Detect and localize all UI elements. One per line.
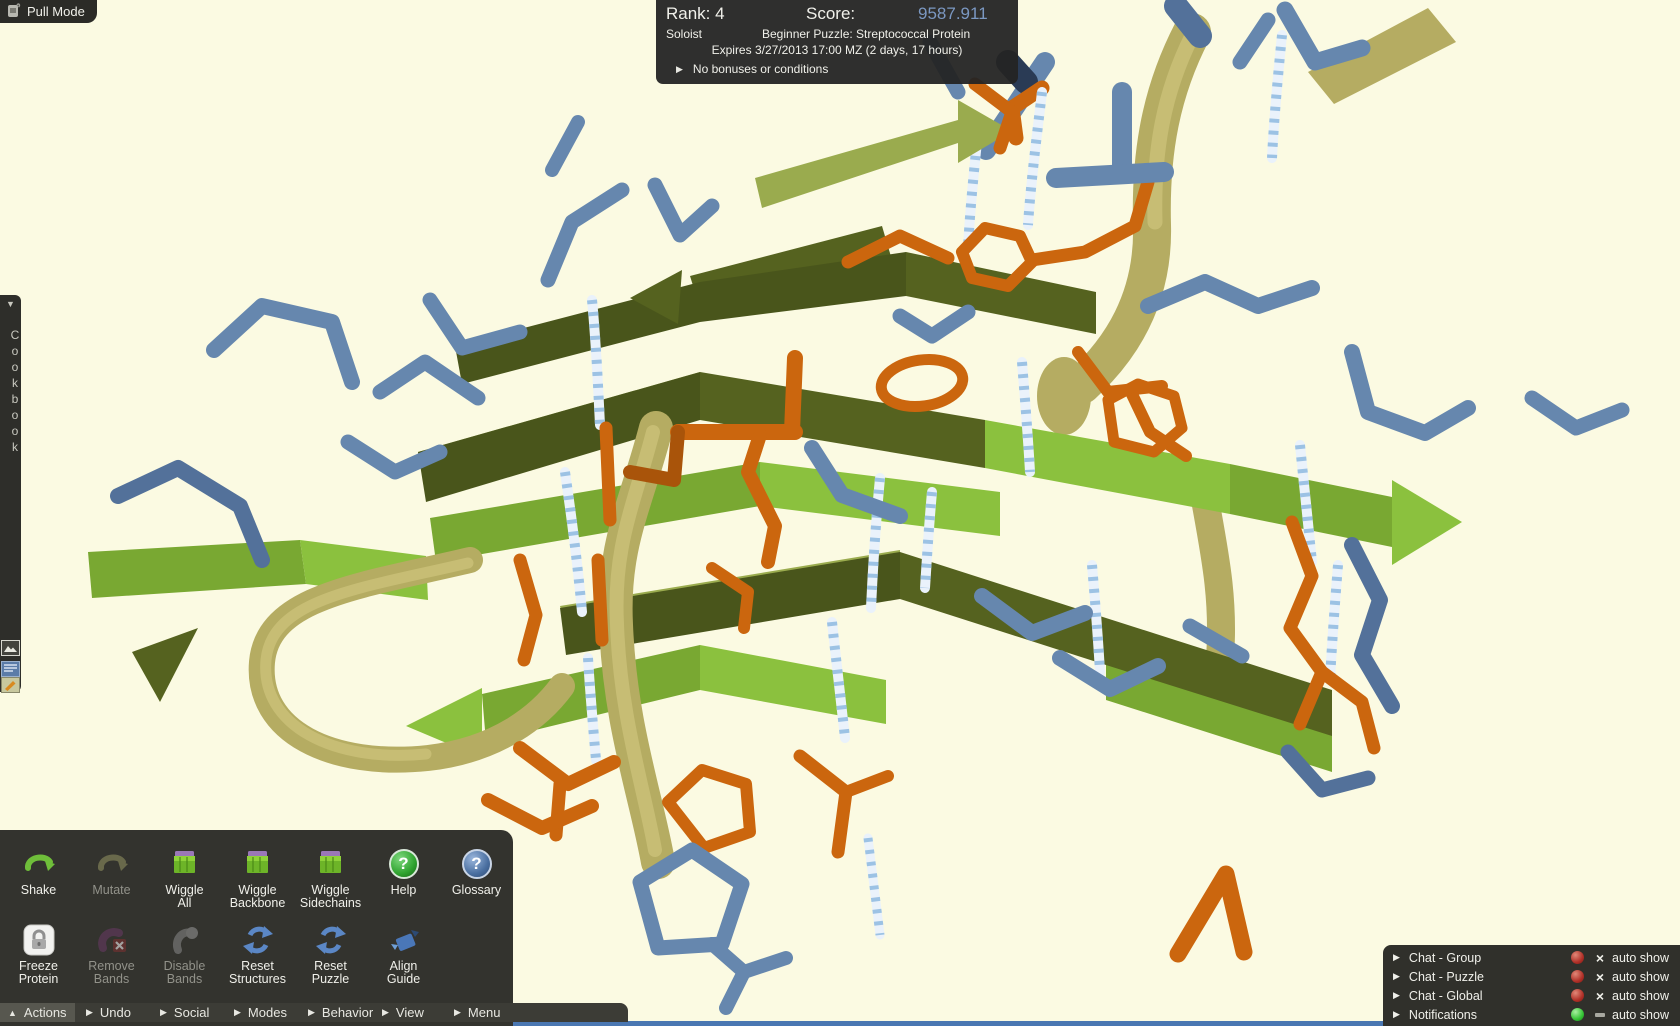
puzzle-info-panel: Rank: 4 Score: 9587.911 Soloist Beginner… (656, 0, 1018, 84)
help-button[interactable]: ? Help (367, 844, 440, 910)
wiggle-all-button[interactable]: WiggleAll (148, 844, 221, 910)
reset-puzzle-icon (315, 920, 347, 960)
screenshot-icon[interactable] (1, 640, 20, 656)
chat-expand-arrow-icon[interactable]: ▶ (1393, 952, 1400, 963)
align-guide-icon (387, 920, 421, 960)
menu-item-undo[interactable]: ▶Undo (78, 1003, 139, 1022)
chat-group-label: Chat - Group (1409, 951, 1571, 965)
auto-show-label[interactable]: auto show (1612, 989, 1674, 1003)
disable-bands-icon (168, 920, 202, 960)
menu-item-behavior[interactable]: ▶Behavior (300, 1003, 381, 1022)
shake-button[interactable]: Shake (2, 844, 75, 910)
shake-icon (22, 844, 56, 884)
wiggle-flag-icon (170, 844, 200, 884)
score-value: 9587.911 (918, 4, 988, 24)
recipe-book-icon[interactable] (1, 661, 20, 677)
menu-item-social[interactable]: ▶Social (152, 1003, 217, 1022)
freeze-protein-button[interactable]: FreezeProtein (2, 920, 75, 986)
pull-cursor-icon (6, 2, 21, 22)
chat-puzzle-row[interactable]: ▶ Chat - Puzzle × auto show (1383, 967, 1680, 986)
notepad-icon[interactable] (1, 677, 20, 693)
menu-arrow-icon: ▶ (382, 1007, 389, 1018)
freeze-lock-icon (23, 920, 55, 960)
menu-arrow-icon: ▶ (160, 1007, 167, 1018)
glossary-icon: ? (462, 844, 492, 884)
reset-structures-button[interactable]: ResetStructures (221, 920, 294, 986)
menu-arrow-icon: ▶ (234, 1007, 241, 1018)
chat-global-label: Chat - Global (1409, 989, 1571, 1003)
bonuses-label: No bonuses or conditions (693, 62, 828, 76)
notifications-status-icon (1571, 1008, 1584, 1021)
help-icon: ? (389, 844, 419, 884)
bottom-menu-bar: ▲Actions ▶Undo ▶Social ▶Modes ▶Behavior … (0, 1003, 628, 1022)
wiggle-flag-icon (243, 844, 273, 884)
auto-show-label[interactable]: auto show (1612, 1008, 1674, 1022)
auto-show-label[interactable]: auto show (1612, 970, 1674, 984)
chat-expand-arrow-icon[interactable]: ▶ (1393, 990, 1400, 1001)
cookbook-tab[interactable]: ▼ Cookbook (0, 295, 21, 692)
disable-bands-button[interactable]: DisableBands (148, 920, 221, 986)
chat-expand-arrow-icon[interactable]: ▶ (1393, 1009, 1400, 1020)
chat-status-icon (1571, 951, 1584, 964)
score-label: Score: (806, 4, 855, 24)
remove-bands-icon (95, 920, 129, 960)
notifications-label: Notifications (1409, 1008, 1571, 1022)
notifications-row[interactable]: ▶ Notifications auto show (1383, 1005, 1680, 1024)
reset-structures-icon (242, 920, 274, 960)
collapse-arrow-icon[interactable]: ▼ (0, 295, 21, 309)
menu-item-modes[interactable]: ▶Modes (226, 1003, 295, 1022)
chat-global-row[interactable]: ▶ Chat - Global × auto show (1383, 986, 1680, 1005)
mutate-icon (95, 844, 129, 884)
chat-status-icon (1571, 970, 1584, 983)
chat-group-row[interactable]: ▶ Chat - Group × auto show (1383, 948, 1680, 967)
auto-show-label[interactable]: auto show (1612, 951, 1674, 965)
menu-arrow-icon: ▶ (86, 1007, 93, 1018)
wiggle-flag-icon (316, 844, 346, 884)
reset-puzzle-button[interactable]: ResetPuzzle (294, 920, 367, 986)
align-guide-button[interactable]: AlignGuide (367, 920, 440, 986)
puzzle-title: Beginner Puzzle: Streptococcal Protein (762, 27, 970, 41)
cookbook-label: Cookbook (1, 317, 22, 467)
expand-arrow-icon[interactable]: ▶ (676, 64, 683, 75)
minimize-icon[interactable] (1592, 1013, 1608, 1017)
chat-status-icon (1571, 989, 1584, 1002)
menu-item-view[interactable]: ▶View (374, 1003, 432, 1022)
chat-puzzle-label: Chat - Puzzle (1409, 970, 1571, 984)
menu-arrow-icon: ▶ (454, 1007, 461, 1018)
menu-item-menu[interactable]: ▶Menu (446, 1003, 508, 1022)
menu-item-actions[interactable]: ▲Actions (0, 1003, 75, 1022)
rank-label: Rank: 4 (666, 4, 725, 24)
chat-expand-arrow-icon[interactable]: ▶ (1393, 971, 1400, 982)
chat-panel: ▶ Chat - Group × auto show ▶ Chat - Puzz… (1383, 945, 1680, 1026)
close-icon[interactable]: × (1592, 950, 1608, 966)
wiggle-backbone-button[interactable]: WiggleBackbone (221, 844, 294, 910)
menu-open-arrow-icon: ▲ (8, 1008, 17, 1018)
mode-label: Soloist (666, 27, 702, 41)
pull-mode-label: Pull Mode (27, 4, 85, 19)
actions-panel: Shake Mutate WiggleAll WiggleBackbone Wi… (0, 830, 513, 1026)
wiggle-sidechains-button[interactable]: WiggleSidechains (294, 844, 367, 910)
bonuses-row[interactable]: ▶ No bonuses or conditions (676, 62, 828, 76)
spacer (440, 920, 513, 986)
glossary-button[interactable]: ? Glossary (440, 844, 513, 910)
close-icon[interactable]: × (1592, 988, 1608, 1004)
close-icon[interactable]: × (1592, 969, 1608, 985)
pull-mode-button[interactable]: Pull Mode (0, 0, 97, 23)
mutate-button[interactable]: Mutate (75, 844, 148, 910)
menu-arrow-icon: ▶ (308, 1007, 315, 1018)
expires-label: Expires 3/27/2013 17:00 MZ (2 days, 17 h… (656, 43, 1018, 57)
remove-bands-button[interactable]: RemoveBands (75, 920, 148, 986)
